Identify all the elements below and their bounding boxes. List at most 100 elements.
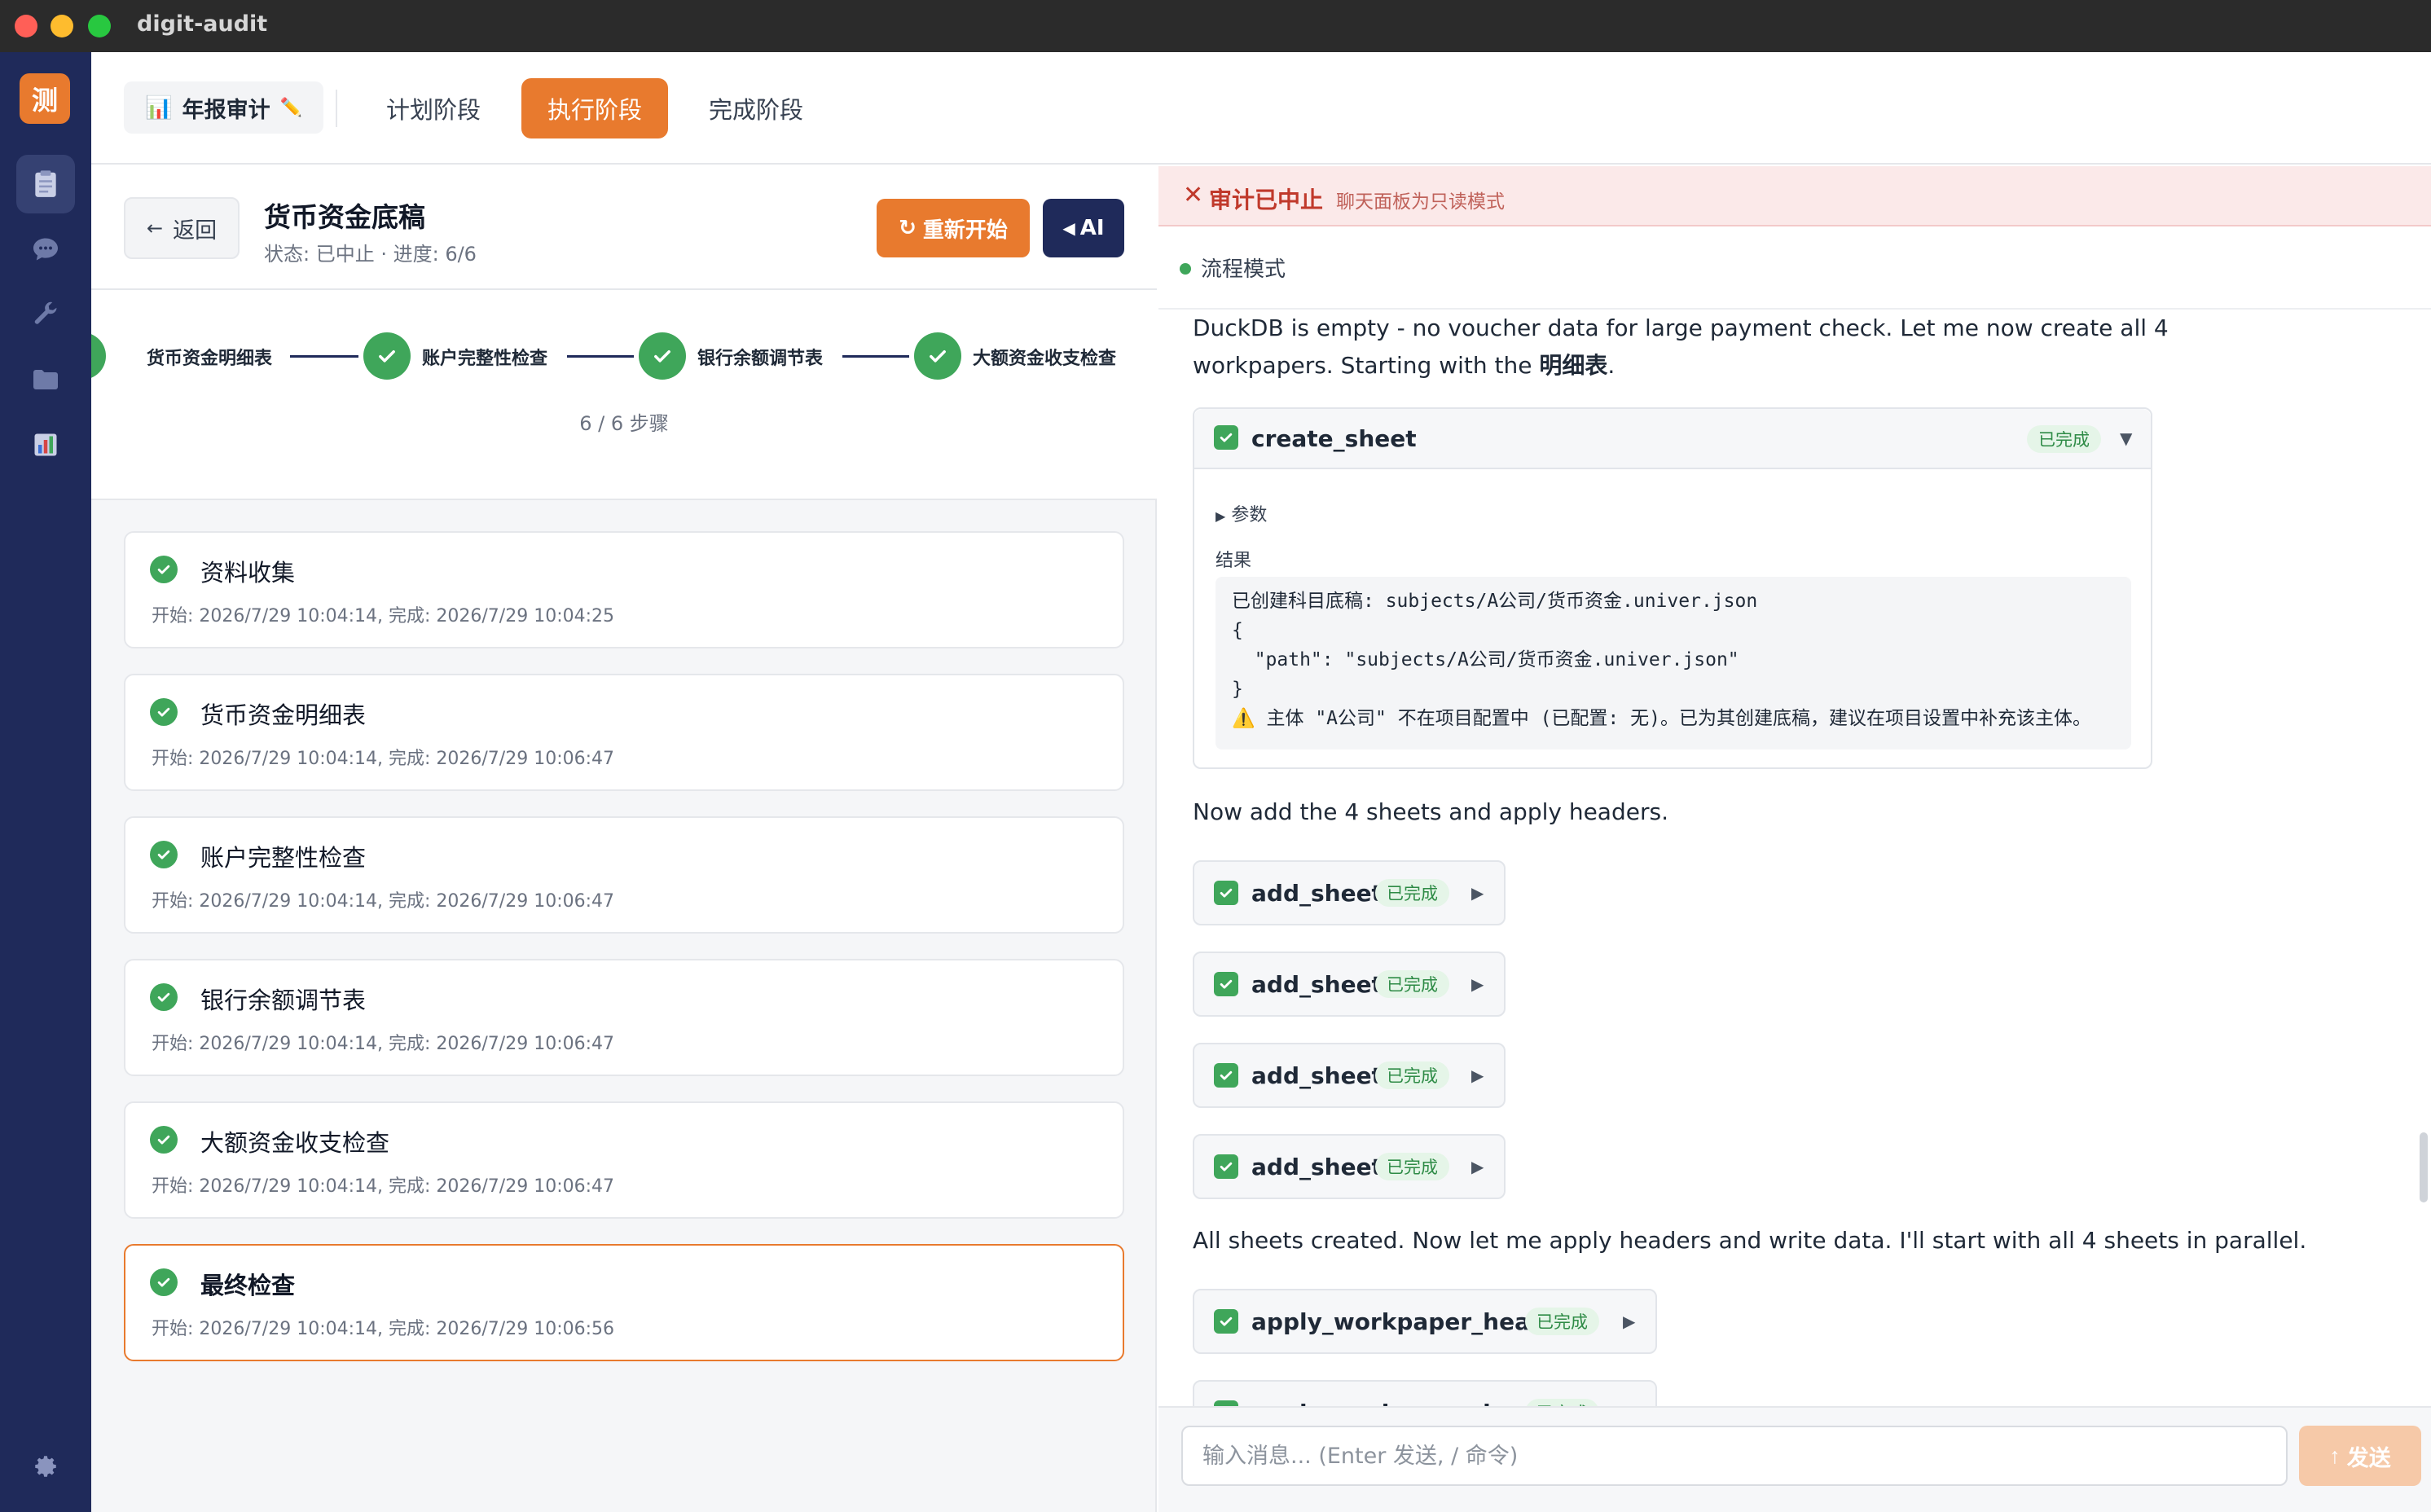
step-connector [290,355,358,358]
tool-name: add_sheet [1251,971,1383,998]
tool-name: create_sheet [1251,425,1417,452]
chevron-right-icon: ▶ [1623,1312,1636,1331]
chevron-down-icon[interactable]: ▼ [2120,429,2132,448]
tool-call-card[interactable]: add_sheet 已完成 ▶ [1193,860,1506,925]
chevron-right-icon: ▶ [1216,508,1226,524]
ai-panel-toggle-button[interactable]: ◀ AI [1043,199,1124,257]
params-toggle[interactable]: ▶ 参数 [1216,500,1267,526]
status-badge: 已完成 [1375,879,1449,907]
restart-button[interactable]: ↻ 重新开始 [877,199,1030,257]
project-chart-icon: 📊 [145,95,173,121]
tool-name: add_sheet [1251,1062,1383,1089]
tool-call-card-expanded: create_sheet 已完成 ▼ ▶ 参数 结果 已创建科目底稿: subj… [1193,407,2152,769]
message-input[interactable] [1181,1426,2288,1486]
settings-button[interactable] [16,1437,75,1496]
check-icon [379,350,395,363]
chevron-right-icon: ▶ [1471,883,1484,903]
tool-name: add_sheet [1251,1154,1383,1180]
chat-scrollbar[interactable] [2420,1132,2428,1202]
chevron-right-icon: ▶ [1471,1157,1484,1176]
check-circle-icon [150,698,178,726]
tool-name: add_sheet [1251,880,1383,907]
title-bar: digit-audit [0,0,2431,52]
ai-label: AI [1079,216,1105,240]
check-circle-icon [150,983,178,1011]
step-dot [91,332,106,380]
step-count: 6 / 6 步骤 [579,412,669,435]
pencil-icon[interactable]: ✏️ [280,98,302,118]
step-connector [567,355,634,358]
tab-complete-stage[interactable]: 完成阶段 [683,78,829,138]
project-selector[interactable]: 📊 年报审计 ✏️ [124,81,324,134]
task-card[interactable]: 货币资金明细表 开始: 2026/7/29 10:04:14, 完成: 2026… [124,674,1124,791]
tab-plan-stage[interactable]: 计划阶段 [360,78,507,138]
message-bold-text: 明细表 [1539,352,1608,379]
tool-call-card[interactable]: apply_workpaper_header 已完成 ▶ [1193,1289,1657,1354]
arrow-left-icon: ← [147,217,164,240]
workpaper-header: ← 返回 货币资金底稿 状态: 已中止 · 进度: 6/6 ↻ 重新开始 ◀ A… [91,166,1157,290]
workpaper-panel: ← 返回 货币资金底稿 状态: 已中止 · 进度: 6/6 ↻ 重新开始 ◀ A… [91,166,1157,1512]
back-button[interactable]: ← 返回 [124,197,240,259]
rail-item-audit[interactable] [16,155,75,213]
task-name: 账户完整性检查 [200,844,367,872]
task-time: 开始: 2026/7/29 10:04:14, 完成: 2026/7/29 10… [152,1034,615,1054]
stage-nav: 📊 年报审计 ✏️ 计划阶段 执行阶段 完成阶段 [91,52,2431,165]
rail-item-chat[interactable] [16,220,75,279]
ai-chat-panel: ✕ 审计已中止 聊天面板为只读模式 流程模式 DuckDB is empty -… [1158,166,2431,1512]
progress-stepper: 货币资金明细表 账户完整性检查 银行余额调节表 大额资金收支检查 6 / 6 步… [91,290,1157,500]
app-window: digit-audit 测 📊 年报审计 ✏️ 计划阶段 执行阶段 完成阶段 ←… [0,0,2431,1512]
assistant-message: DuckDB is empty - no voucher data for la… [1193,310,2169,385]
check-icon [930,350,946,363]
message-text: . [1607,352,1616,379]
assistant-message: All sheets created. Now let me apply hea… [1193,1227,2307,1254]
app-logo[interactable]: 测 [20,73,70,124]
check-circle-icon [150,1126,178,1154]
message-text: workpapers. Starting with the [1193,352,1540,379]
checkbox-checked-icon [1214,425,1238,450]
tool-call-card[interactable]: add_sheet 已完成 ▶ [1193,1134,1506,1199]
close-window-button[interactable] [15,15,37,37]
task-card[interactable]: 大额资金收支检查 开始: 2026/7/29 10:04:14, 完成: 202… [124,1101,1124,1219]
task-time: 开始: 2026/7/29 10:04:14, 完成: 2026/7/29 10… [152,606,615,626]
banner-subtitle: 聊天面板为只读模式 [1336,191,1505,213]
tool-call-card[interactable]: add_sheet 已完成 ▶ [1193,952,1506,1017]
icon-rail: 测 [0,52,91,1512]
task-card[interactable]: 资料收集 开始: 2026/7/29 10:04:14, 完成: 2026/7/… [124,531,1124,648]
chat-messages[interactable]: DuckDB is empty - no voucher data for la… [1158,310,2431,1512]
back-label: 返回 [173,218,218,244]
status-badge: 已完成 [1375,1153,1449,1180]
checkbox-checked-icon [1214,1063,1238,1088]
task-card-current[interactable]: 最终检查 开始: 2026/7/29 10:04:14, 完成: 2026/7/… [124,1244,1124,1361]
send-label: 发送 [2346,1445,2391,1470]
status-badge: 已完成 [1525,1308,1599,1335]
nav-divider [336,90,337,127]
step-connector [842,355,909,358]
task-time: 开始: 2026/7/29 10:04:14, 完成: 2026/7/29 10… [152,891,615,912]
tool-call-card[interactable]: add_sheet 已完成 ▶ [1193,1043,1506,1108]
task-card[interactable]: 银行余额调节表 开始: 2026/7/29 10:04:14, 完成: 2026… [124,959,1124,1076]
checkbox-checked-icon [1214,1309,1238,1334]
task-card[interactable]: 账户完整性检查 开始: 2026/7/29 10:04:14, 完成: 2026… [124,816,1124,934]
tool-call-header[interactable]: create_sheet 已完成 ▼ [1194,409,2151,469]
task-name: 最终检查 [200,1272,296,1299]
tab-execute-stage[interactable]: 执行阶段 [521,78,669,138]
refresh-icon: ↻ [899,216,917,240]
rail-item-files[interactable] [16,350,75,409]
rail-item-reports[interactable] [16,415,75,474]
minimize-window-button[interactable] [51,15,73,37]
maximize-window-button[interactable] [88,15,111,37]
arrow-up-icon: ↑ [2329,1443,2341,1468]
message-line: workpapers. Starting with the 明细表. [1193,347,2169,385]
check-circle-icon [150,841,178,868]
rail-item-tools[interactable] [16,285,75,344]
task-time: 开始: 2026/7/29 10:04:14, 完成: 2026/7/29 10… [152,1176,615,1197]
mode-label: 流程模式 [1201,257,1286,282]
task-name: 银行余额调节表 [200,987,367,1014]
task-time: 开始: 2026/7/29 10:04:14, 完成: 2026/7/29 10… [152,1319,615,1339]
page-title: 货币资金底稿 [264,201,425,233]
send-button[interactable]: ↑ 发送 [2299,1426,2421,1486]
window-title: digit-audit [137,11,268,37]
workpaper-status: 状态: 已中止 · 进度: 6/6 [264,243,477,266]
mode-bar: 流程模式 [1158,228,2431,310]
status-badge: 已完成 [2027,425,2101,453]
